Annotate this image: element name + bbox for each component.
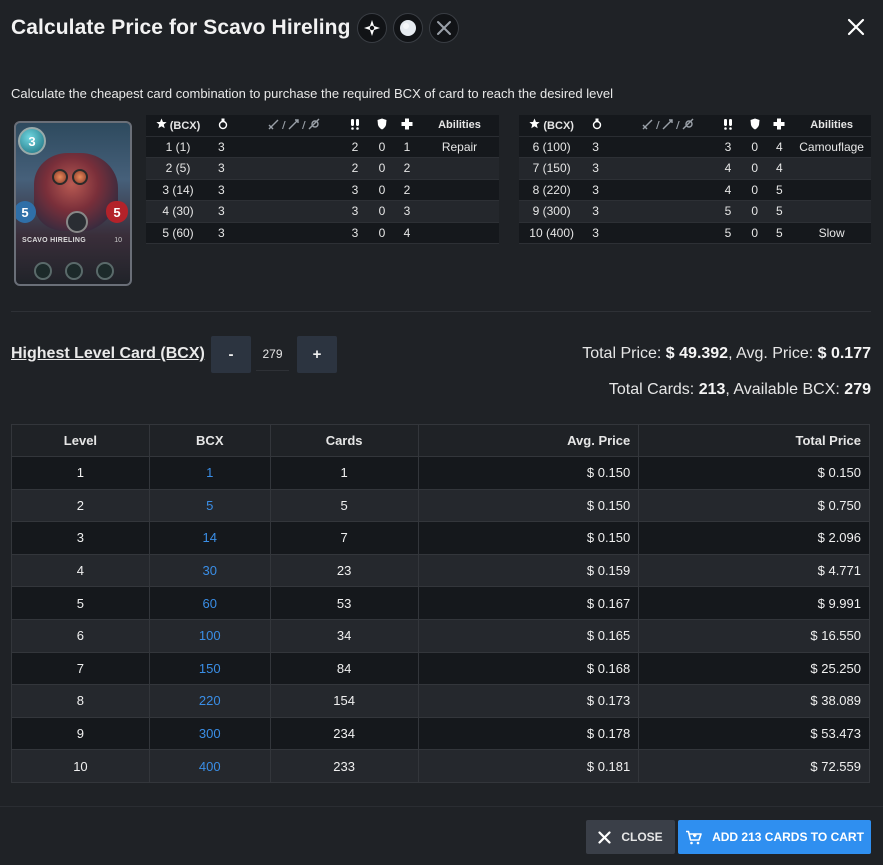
speed-badge: 5: [16, 201, 36, 223]
table-row: 7 150 84 $ 0.168 $ 25.250: [11, 651, 870, 686]
bcx-link[interactable]: 5: [148, 488, 271, 523]
common-rarity-icon: [392, 13, 423, 43]
svg-text:/: /: [282, 120, 286, 130]
goggle-icon: [72, 169, 88, 185]
svg-text:/: /: [302, 120, 306, 130]
bcx-header: (BCX): [519, 115, 585, 137]
section-divider: [11, 311, 871, 312]
mana-header-icon: [210, 115, 250, 137]
close-icon[interactable]: [843, 14, 869, 40]
svg-text:/: /: [676, 120, 680, 130]
available-bcx-value: 279: [844, 381, 871, 398]
level-stats-table-right: (BCX) / / Abilities 6 (100) 3 3 0 4 Camouflage…: [519, 115, 871, 244]
highest-level-card-link[interactable]: Highest Level Card (BCX): [11, 345, 205, 363]
bcx-link[interactable]: 300: [148, 716, 271, 751]
bcx-link[interactable]: 30: [148, 553, 271, 588]
star-icon: [529, 118, 540, 129]
speed-header-icon: [340, 115, 370, 137]
speed-header-icon: [713, 115, 743, 137]
description-text: Calculate the cheapest card combination …: [11, 86, 613, 101]
total-price-value: $ 49.392: [665, 345, 729, 362]
card-level: 10: [114, 237, 122, 244]
table-row: 1 1 1 $ 0.150 $ 0.150: [11, 456, 870, 490]
footer-divider: [0, 806, 883, 807]
no-attack-icon: [428, 13, 459, 43]
total-price-column-header: Total Price: [638, 424, 870, 457]
attack-types-header-icon: / /: [250, 115, 340, 137]
cart-icon: [686, 830, 702, 844]
table-row: 5 60 53 $ 0.167 $ 9.991: [11, 586, 870, 620]
health-header-icon: [394, 115, 420, 137]
bcx-link[interactable]: 60: [148, 586, 271, 620]
stats-row: 6 (100) 3 3 0 4 Camouflage: [519, 136, 871, 158]
card-image: 3 5 5 SCAVO HIRELING 10: [14, 121, 132, 286]
star-icon: [156, 118, 167, 129]
bcx-link[interactable]: 220: [148, 684, 271, 718]
mana-header-icon: [584, 115, 624, 137]
increment-button[interactable]: +: [297, 336, 337, 373]
total-cards-value: 213: [698, 381, 726, 398]
abilities-header: Abilities: [420, 115, 499, 137]
abilities-header: Abilities: [792, 115, 871, 137]
table-row: 6 100 34 $ 0.165 $ 16.550: [11, 618, 870, 653]
table-row: 4 30 23 $ 0.159 $ 4.771: [11, 553, 870, 588]
bcx-link[interactable]: 150: [148, 651, 271, 686]
stats-row: 10 (400) 3 5 0 5 Slow: [519, 222, 871, 244]
add-to-cart-button[interactable]: ADD 213 CARDS TO CART: [678, 820, 871, 854]
stats-row: 5 (60) 3 3 0 4: [146, 222, 499, 244]
no-attack-badge-icon: [66, 211, 88, 233]
stats-row: 9 (300) 3 5 0 5: [519, 200, 871, 223]
attack-types-header-icon: / /: [623, 115, 714, 137]
level-stats-table-left: (BCX) / / Abilities 1 (1) 3 2 0 1 Repair 2 (5)…: [146, 115, 499, 244]
cards-column-header: Cards: [269, 424, 419, 457]
price-summary: Total Price: $ 49.392, Avg. Price: $ 0.1…: [582, 345, 871, 362]
table-row: 10 400 233 $ 0.181 $ 72.559: [11, 749, 870, 783]
bcx-link[interactable]: 400: [148, 749, 271, 783]
table-row: 2 5 5 $ 0.150 $ 0.750: [11, 488, 870, 523]
ability-icon: [65, 262, 83, 280]
close-icon: [598, 830, 611, 844]
table-row: 9 300 234 $ 0.178 $ 53.473: [11, 716, 870, 751]
ability-icon: [96, 262, 114, 280]
neutral-element-icon: [356, 13, 387, 43]
bcx-link[interactable]: 1: [148, 456, 271, 490]
modal-header: Calculate Price for Scavo Hireling: [0, 0, 883, 56]
level-column-header: Level: [11, 424, 150, 457]
stats-row: 4 (30) 3 3 0 3: [146, 200, 499, 223]
avg-price-value: $ 0.177: [817, 345, 871, 362]
card-name: SCAVO HIRELING: [22, 237, 86, 244]
svg-text:/: /: [656, 120, 660, 130]
goggle-icon: [52, 169, 68, 185]
close-button[interactable]: CLOSE: [586, 820, 675, 854]
modal-title: Calculate Price for Scavo Hireling: [11, 16, 351, 39]
bcx-column-header: BCX: [148, 424, 271, 457]
health-badge: 5: [106, 201, 128, 223]
armor-header-icon: [370, 115, 394, 137]
bcx-header: (BCX): [146, 115, 210, 137]
stats-row: 2 (5) 3 2 0 2: [146, 157, 499, 180]
cards-summary: Total Cards: 213, Available BCX: 279: [608, 381, 871, 398]
armor-header-icon: [742, 115, 767, 137]
health-header-icon: [766, 115, 793, 137]
mana-badge: 3: [18, 127, 46, 155]
decrement-button[interactable]: -: [211, 336, 251, 373]
bcx-link[interactable]: 14: [148, 521, 271, 555]
table-row: 8 220 154 $ 0.173 $ 38.089: [11, 684, 870, 718]
stats-row: 3 (14) 3 3 0 2: [146, 179, 499, 201]
bcx-link[interactable]: 100: [148, 618, 271, 653]
table-row: 3 14 7 $ 0.150 $ 2.096: [11, 521, 870, 555]
bcx-quantity-input[interactable]: [256, 338, 289, 371]
price-breakdown-table: Level BCX Cards Avg. Price Total Price 1…: [11, 424, 870, 783]
avg-price-column-header: Avg. Price: [417, 424, 640, 457]
stats-row: 7 (150) 3 4 0 4: [519, 157, 871, 180]
ability-icon: [34, 262, 52, 280]
stats-row: 1 (1) 3 2 0 1 Repair: [146, 136, 499, 158]
stats-row: 8 (220) 3 4 0 5: [519, 179, 871, 201]
